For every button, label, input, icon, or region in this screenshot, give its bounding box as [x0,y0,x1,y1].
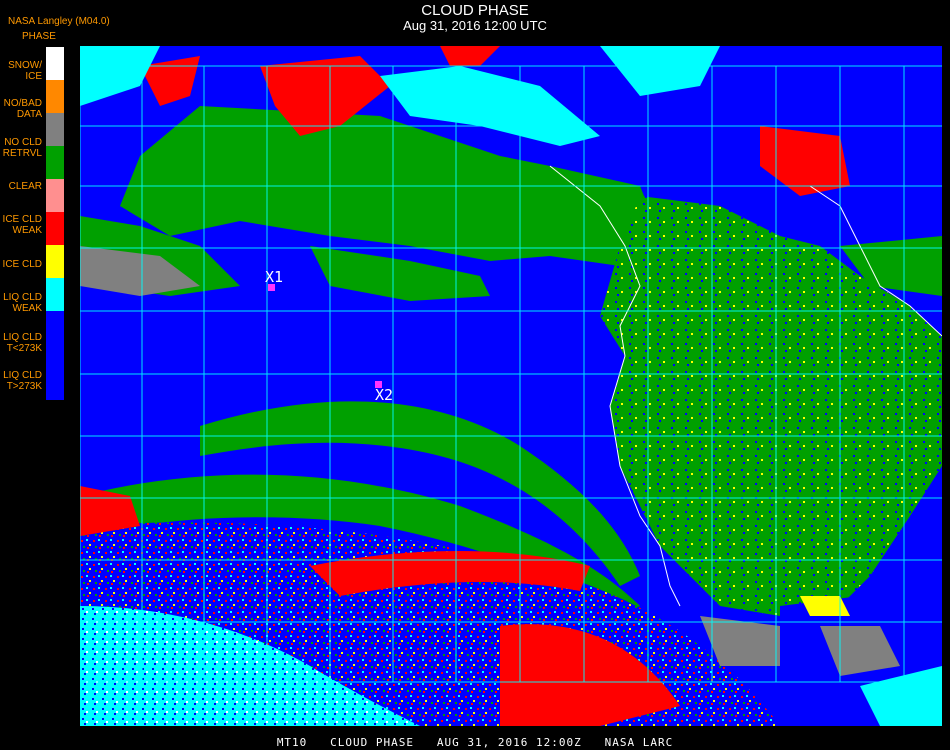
legend-swatch [46,113,64,146]
marker-x2-label: X2 [375,386,394,404]
legend-label: NO/BAD DATA [3,98,42,120]
cloud-phase-map [80,46,942,726]
legend-label: LIQ CLD T<273K [3,332,42,354]
legend-title: PHASE [22,31,56,42]
date-label: Aug 31, 2016 12:00 UTC [403,18,547,33]
legend-swatch [46,47,64,80]
legend-swatch [46,311,64,400]
footer-caption: MT10 CLOUD PHASE AUG 31, 2016 12:00Z NAS… [276,736,674,749]
legend-swatch [46,179,64,212]
legend-label: SNOW/ ICE [8,60,42,82]
provider-label: NASA Langley (M04.0) [8,16,110,27]
legend-label: ICE CLD WEAK [2,214,42,236]
legend-swatch [46,212,64,245]
legend-label: CLEAR [8,181,42,192]
title: CLOUD PHASE [421,2,529,19]
legend-label: LIQ CLD T>273K [3,370,42,392]
legend-label: ICE CLD [2,259,42,270]
legend-swatch [46,146,64,179]
legend-label: NO CLD RETRVL [2,137,42,159]
legend-swatch [46,278,64,311]
map-image [80,46,942,726]
legend-swatch [46,80,64,113]
marker-x1-label: X1 [265,268,284,286]
legend-swatch [46,245,64,278]
cloud-regions [80,46,942,726]
legend-label: LIQ CLD WEAK [3,292,42,314]
